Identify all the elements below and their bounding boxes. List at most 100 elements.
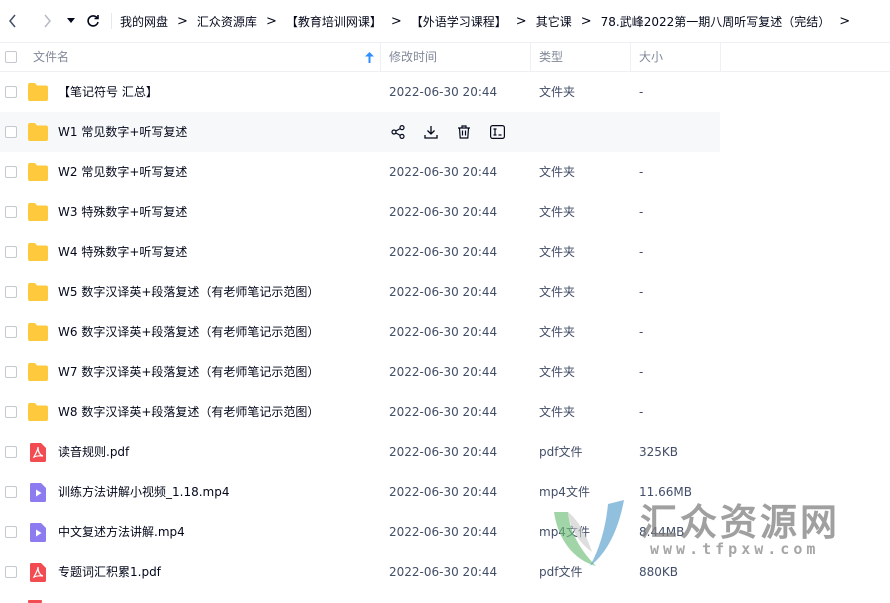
file-name[interactable]: 训练方法讲解小视频_1.18.mp4 — [58, 472, 229, 512]
video-file-icon — [30, 523, 50, 542]
breadcrumb-separator: > — [515, 13, 527, 29]
breadcrumb-item[interactable]: 汇众资源库 — [197, 13, 257, 30]
file-modified-time: 2022-06-30 20:44 — [389, 405, 498, 419]
folder-icon — [28, 243, 48, 261]
file-row[interactable]: W7 数字汉译英+段落复述（有老师笔记示范图） 2022-06-30 20:44 文… — [0, 352, 890, 392]
refresh-button[interactable] — [83, 11, 103, 31]
file-row[interactable]: W3 特殊数字+听写复述 2022-06-30 20:44 文件夹 - — [0, 192, 890, 232]
back-button[interactable] — [3, 11, 23, 31]
file-list: 【笔记符号 汇总】 2022-06-30 20:44 文件夹 - W1 常见数字+听写复… — [0, 72, 890, 592]
row-checkbox[interactable] — [5, 406, 17, 418]
file-name[interactable]: 专题词汇积累1.pdf — [58, 552, 161, 592]
sort-arrow-up-icon[interactable] — [365, 52, 374, 63]
file-modified-time: 2022-06-30 20:44 — [389, 565, 498, 579]
file-size: 880KB — [639, 565, 679, 579]
row-checkbox[interactable] — [5, 566, 17, 578]
row-checkbox[interactable] — [5, 486, 17, 498]
share-button[interactable] — [389, 123, 407, 141]
breadcrumb-current[interactable]: 78.武峰2022第一期八周听写复述（完结） — [601, 13, 831, 30]
column-header-modified[interactable]: 修改时间 — [389, 43, 437, 72]
file-row[interactable]: W2 常见数字+听写复述 2022-06-30 20:44 文件夹 - — [0, 152, 890, 192]
row-checkbox[interactable] — [5, 446, 17, 458]
select-all-checkbox[interactable] — [5, 51, 17, 63]
file-name[interactable]: W7 数字汉译英+段落复述（有老师笔记示范图） — [58, 352, 319, 392]
file-modified-time: 2022-06-30 20:44 — [389, 165, 498, 179]
column-header-type[interactable]: 类型 — [539, 43, 563, 72]
file-row[interactable]: 【笔记符号 汇总】 2022-06-30 20:44 文件夹 - — [0, 72, 890, 112]
forward-button[interactable] — [37, 11, 57, 31]
column-divider — [630, 43, 631, 72]
folder-icon — [28, 163, 48, 181]
file-size: - — [639, 205, 644, 219]
chevron-right-icon — [44, 14, 51, 28]
file-type: 文件夹 — [539, 285, 576, 299]
column-divider — [530, 43, 531, 72]
file-row[interactable]: W8 数字汉译英+段落复述（有老师笔记示范图） 2022-06-30 20:44 文… — [0, 392, 890, 432]
folder-icon — [28, 123, 48, 141]
rename-button[interactable] — [488, 123, 506, 141]
breadcrumb-separator: > — [390, 13, 402, 29]
file-modified-time: 2022-06-30 20:44 — [389, 85, 498, 99]
file-size: - — [639, 245, 644, 259]
column-header-name[interactable]: 文件名 — [33, 43, 69, 72]
breadcrumb-item[interactable]: 我的网盘 — [120, 13, 168, 30]
row-checkbox[interactable] — [5, 166, 17, 178]
folder-icon — [28, 323, 48, 341]
file-row[interactable]: 中文复述方法讲解.mp4 2022-06-30 20:44 mp4文件 8.44MB — [0, 512, 890, 552]
file-type: 文件夹 — [539, 245, 576, 259]
file-name[interactable]: 中文复述方法讲解.mp4 — [58, 512, 185, 552]
row-checkbox[interactable] — [5, 126, 17, 138]
file-row[interactable]: W5 数字汉译英+段落复述（有老师笔记示范图） 2022-06-30 20:44 文… — [0, 272, 890, 312]
row-checkbox[interactable] — [5, 86, 17, 98]
file-name[interactable]: 【笔记符号 汇总】 — [58, 72, 158, 112]
video-file-icon — [30, 483, 50, 502]
file-row[interactable]: W1 常见数字+听写复述 — [0, 112, 720, 152]
file-name[interactable]: W8 数字汉译英+段落复述（有老师笔记示范图） — [58, 392, 319, 432]
breadcrumb-item[interactable]: 【外语学习课程】 — [411, 13, 507, 30]
breadcrumb-item[interactable]: 其它课 — [536, 13, 572, 30]
file-modified-time: 2022-06-30 20:44 — [389, 485, 498, 499]
file-size: - — [639, 405, 644, 419]
row-checkbox[interactable] — [5, 326, 17, 338]
file-type: 文件夹 — [539, 325, 576, 339]
file-modified-time: 2022-06-30 20:44 — [389, 525, 498, 539]
file-name[interactable]: W4 特殊数字+听写复述 — [58, 232, 187, 272]
file-modified-time: 2022-06-30 20:44 — [389, 285, 498, 299]
file-size: 8.44MB — [639, 525, 685, 539]
row-checkbox[interactable] — [5, 526, 17, 538]
file-modified-time: 2022-06-30 20:44 — [389, 325, 498, 339]
file-row[interactable]: 训练方法讲解小视频_1.18.mp4 2022-06-30 20:44 mp4文件 1… — [0, 472, 890, 512]
file-name[interactable]: W3 特殊数字+听写复述 — [58, 192, 187, 232]
file-type: mp4文件 — [539, 525, 590, 539]
row-checkbox[interactable] — [5, 206, 17, 218]
delete-button[interactable] — [455, 123, 473, 141]
file-row[interactable]: W6 数字汉译英+段落复述（有老师笔记示范图） 2022-06-30 20:44 文… — [0, 312, 890, 352]
folder-icon — [28, 83, 48, 101]
file-size: - — [639, 165, 644, 179]
file-row[interactable]: 读音规则.pdf 2022-06-30 20:44 pdf文件 325KB — [0, 432, 890, 472]
file-type: pdf文件 — [539, 565, 583, 579]
folder-icon — [28, 403, 48, 421]
pdf-file-icon — [30, 563, 50, 582]
row-actions — [389, 123, 521, 141]
file-name[interactable]: W6 数字汉译英+段落复述（有老师笔记示范图） — [58, 312, 319, 352]
breadcrumb-item[interactable]: 【教育培训网课】 — [286, 13, 382, 30]
file-size: - — [639, 285, 644, 299]
file-name[interactable]: W1 常见数字+听写复述 — [58, 112, 187, 152]
file-name[interactable]: W5 数字汉译英+段落复述（有老师笔记示范图） — [58, 272, 319, 312]
history-dropdown-button[interactable] — [61, 11, 81, 31]
file-name[interactable]: 读音规则.pdf — [58, 432, 129, 472]
column-header-size[interactable]: 大小 — [639, 43, 663, 72]
rename-icon — [489, 125, 505, 139]
file-row[interactable]: 专题词汇积累1.pdf 2022-06-30 20:44 pdf文件 880KB — [0, 552, 890, 592]
file-list-header: 文件名 修改时间 类型 大小 — [0, 42, 890, 72]
breadcrumb-separator: > — [839, 13, 851, 29]
row-checkbox[interactable] — [5, 246, 17, 258]
row-checkbox[interactable] — [5, 286, 17, 298]
file-modified-time: 2022-06-30 20:44 — [389, 245, 498, 259]
file-row[interactable]: W4 特殊数字+听写复述 2022-06-30 20:44 文件夹 - — [0, 232, 890, 272]
file-name[interactable]: W2 常见数字+听写复述 — [58, 152, 187, 192]
breadcrumb: 我的网盘 > 汇众资源库 > 【教育培训网课】 > 【外语学习课程】 > 其它课… — [120, 13, 859, 30]
download-button[interactable] — [422, 123, 440, 141]
row-checkbox[interactable] — [5, 366, 17, 378]
